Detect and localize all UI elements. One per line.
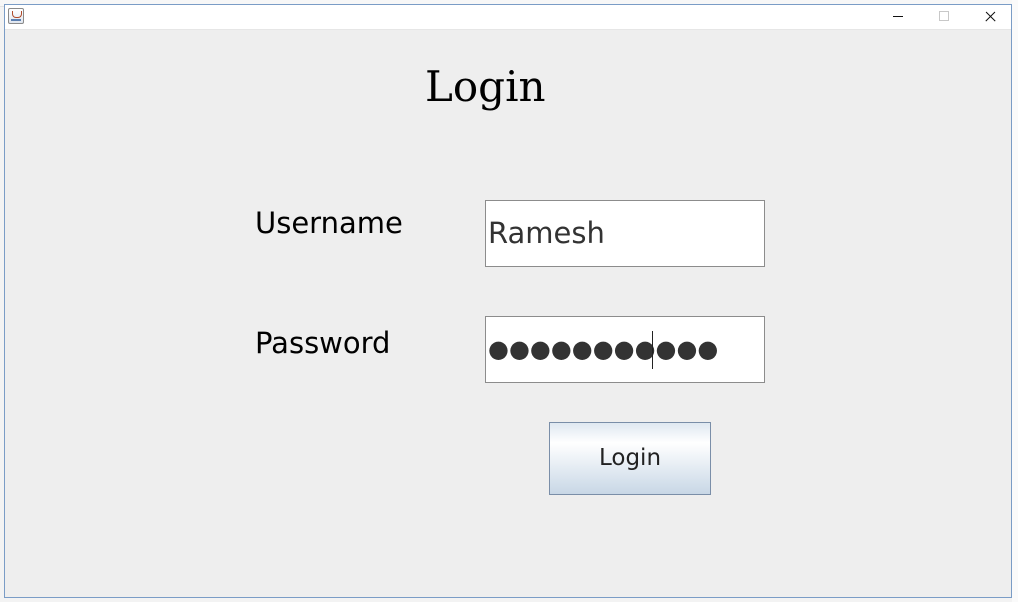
- login-window: Login Username Ramesh Password ●●●●●●●●●…: [4, 4, 1012, 598]
- username-field[interactable]: Ramesh: [485, 200, 765, 267]
- password-field[interactable]: ●●●●●●●●●●●: [485, 316, 765, 383]
- java-cup-icon[interactable]: [8, 8, 24, 24]
- username-label: Username: [255, 206, 403, 240]
- close-button[interactable]: [967, 5, 1013, 29]
- password-label: Password: [255, 326, 391, 360]
- password-mask: ●●●●●●●●●●●: [488, 335, 719, 363]
- login-panel: Login Username Ramesh Password ●●●●●●●●●…: [5, 30, 1011, 597]
- background-desktop-edge: [1012, 0, 1018, 602]
- maximize-button[interactable]: [921, 5, 967, 29]
- minimize-button[interactable]: [875, 5, 921, 29]
- text-caret: [652, 331, 653, 369]
- login-button[interactable]: Login: [549, 422, 711, 495]
- title-bar: [5, 5, 1011, 30]
- page-title: Login: [425, 62, 546, 111]
